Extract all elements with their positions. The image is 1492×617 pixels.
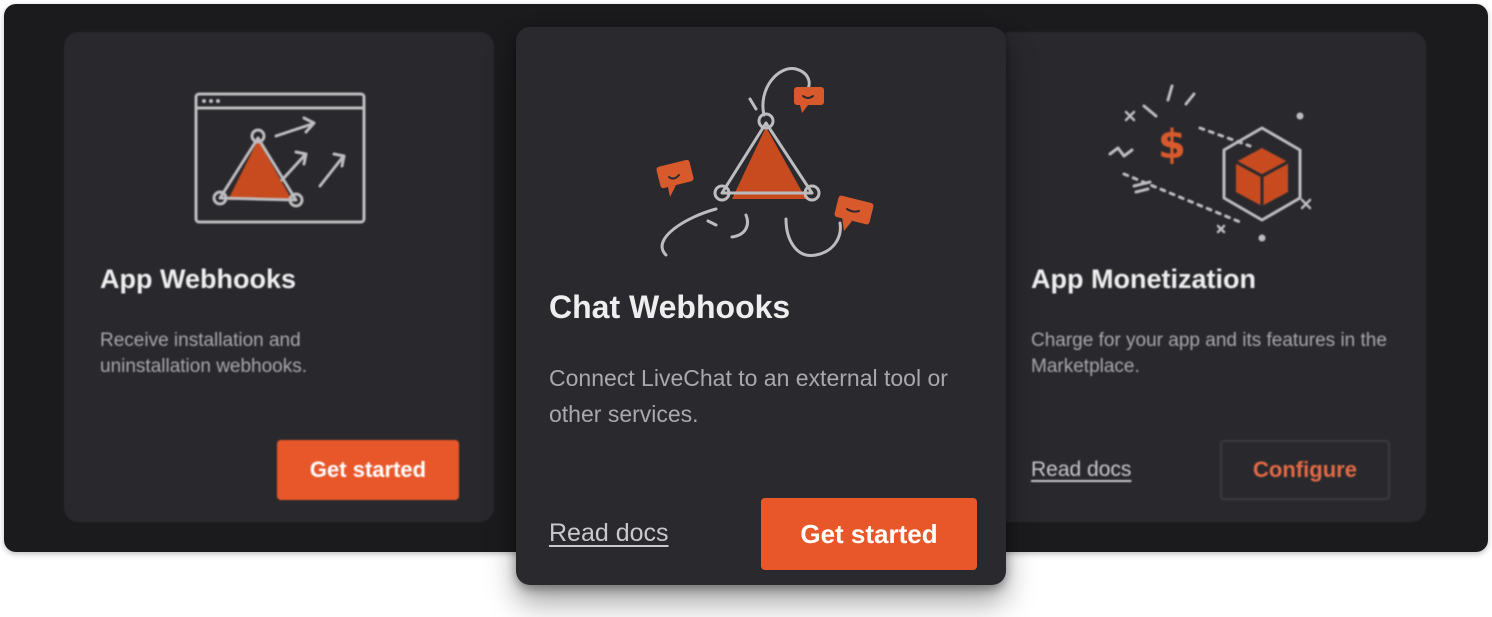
read-docs-link[interactable]: Read docs (1031, 458, 1131, 482)
get-started-button[interactable]: Get started (277, 440, 459, 500)
card-title: Chat Webhooks (549, 289, 791, 325)
svg-text:$: $ (1158, 122, 1186, 168)
card-description: Connect LiveChat to an external tool or … (549, 365, 948, 427)
chat-webhooks-card: Chat Webhooks Connect LiveChat to an ext… (516, 27, 1006, 585)
get-started-button[interactable]: Get started (761, 498, 977, 570)
webhook-browser-illustration-icon (194, 92, 366, 224)
read-docs-link[interactable]: Read docs (549, 519, 669, 548)
app-monetization-card: $ App Monetization Charge for your app a… (996, 32, 1426, 522)
card-title: App Webhooks (100, 264, 297, 294)
configure-button[interactable]: Configure (1220, 440, 1390, 500)
card-description: Charge for your app and its features in … (1031, 330, 1387, 377)
card-title: App Monetization (1031, 264, 1256, 294)
card-description: Receive installation and uninstallation … (100, 330, 308, 377)
monetization-box-illustration-icon: $ (1108, 84, 1312, 242)
chat-webhooks-illustration-icon (656, 67, 874, 257)
app-webhooks-card: App Webhooks Receive installation and un… (64, 32, 494, 522)
